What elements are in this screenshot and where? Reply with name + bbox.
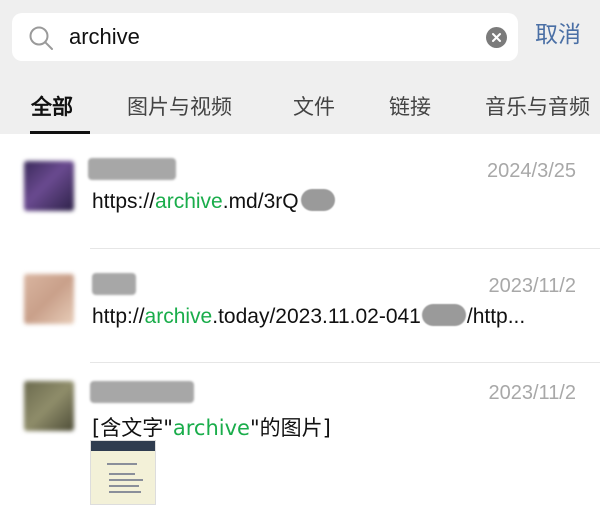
result-date: 2023/11/2 bbox=[488, 275, 577, 297]
search-icon bbox=[29, 26, 53, 50]
redacted-text bbox=[421, 304, 466, 326]
avatar bbox=[24, 161, 74, 211]
avatar bbox=[24, 274, 74, 324]
avatar bbox=[24, 381, 74, 431]
tab-files[interactable]: 文件 bbox=[293, 93, 335, 121]
sender-name-redacted bbox=[90, 381, 194, 403]
sender-name-redacted bbox=[92, 273, 136, 295]
sender-name-redacted bbox=[88, 158, 176, 180]
search-query[interactable]: archive bbox=[69, 23, 140, 51]
list-item[interactable]: 2023/11/2 http://archive.today/2023.11.0… bbox=[0, 249, 600, 362]
result-date: 2023/11/2 bbox=[488, 382, 577, 404]
highlight-match: archive bbox=[172, 416, 250, 440]
redacted-text bbox=[300, 189, 335, 211]
list-item[interactable]: 2024/3/25 https://archive.md/3rQ bbox=[0, 134, 600, 248]
tab-links[interactable]: 链接 bbox=[389, 93, 431, 121]
tab-all[interactable]: 全部 bbox=[31, 93, 73, 121]
search-input[interactable]: archive bbox=[12, 13, 518, 61]
image-thumbnail[interactable] bbox=[90, 440, 156, 505]
result-snippet: https://archive.md/3rQ bbox=[92, 189, 335, 214]
tab-music-audio[interactable]: 音乐与音频 bbox=[485, 93, 590, 121]
result-snippet: http://archive.today/2023.11.02-041/http… bbox=[92, 304, 526, 328]
search-header: archive 取消 全部 图片与视频 文件 链接 音乐与音频 bbox=[0, 0, 600, 134]
result-date: 2024/3/25 bbox=[487, 160, 576, 182]
clear-icon[interactable] bbox=[486, 27, 507, 48]
result-snippet: [含文字"archive"的图片] bbox=[92, 416, 331, 440]
cancel-button[interactable]: 取消 bbox=[535, 20, 581, 50]
tab-bar: 全部 图片与视频 文件 链接 音乐与音频 bbox=[0, 88, 600, 134]
tab-images-videos[interactable]: 图片与视频 bbox=[127, 93, 232, 121]
highlight-match: archive bbox=[144, 305, 213, 328]
highlight-match: archive bbox=[155, 190, 223, 213]
